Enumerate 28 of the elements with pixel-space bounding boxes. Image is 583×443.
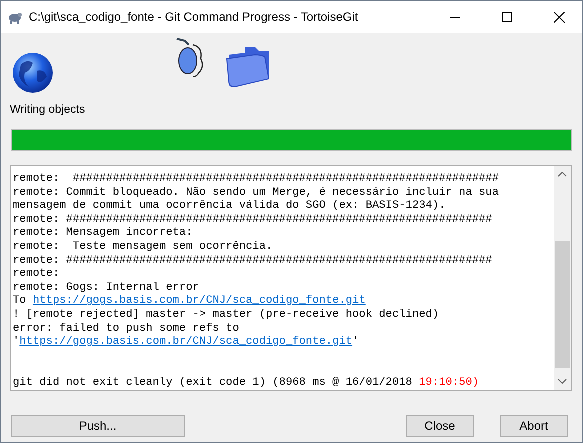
abort-button[interactable]: Abort: [500, 415, 568, 437]
log-line: remote: Mensagem incorreta:: [13, 227, 194, 241]
log-line: ! [remote rejected] master -> master (pre-receive hook declined): [13, 308, 440, 323]
log-line: remote: Gogs: Internal error: [13, 282, 200, 295]
log-line: mensagem de commit uma ocorrência válida do SGO (ex: BASIS-1234).: [13, 200, 447, 214]
status-text: Writing objects: [9, 103, 86, 118]
log-text: ': [13, 336, 20, 348]
log-line: remote: ################################################################: [13, 173, 500, 187]
log-line: remote: Commit bloqueado. Não sendo um Merge, é necessário incluir na sua: [13, 186, 500, 200]
repo-link[interactable]: https://gogs.basis.com.br/CNJ/sca_codigo_fonte.git: [20, 336, 353, 348]
log-line: remote:: [13, 268, 61, 282]
close-icon[interactable]: [554, 12, 564, 22]
log-line: git did not exit cleanly (exit code 1) (8968 ms @ 16/01/2018 19:10:50): [13, 376, 480, 390]
push-button[interactable]: Push...: [11, 415, 185, 437]
scrollbar[interactable]: [554, 166, 571, 390]
window-title: C:\git\sca_codigo_fonte - Git Command Progress - TortoiseGit: [29, 10, 360, 24]
log-line: remote: ################################################################: [13, 214, 494, 227]
scroll-up-icon[interactable]: [558, 172, 567, 177]
close-dialog-button[interactable]: Close: [406, 415, 474, 437]
log-text: ': [352, 336, 360, 348]
maximize-icon[interactable]: [502, 12, 512, 22]
log-line: remote: ################################################################: [13, 254, 494, 268]
globe-icon: [11, 51, 55, 95]
log-text: To: [13, 295, 28, 308]
log-line: remote: Teste mensagem sem ocorrência.: [13, 240, 274, 255]
log-line: error: failed to push some refs to: [13, 322, 240, 336]
scroll-down-icon[interactable]: [558, 379, 567, 384]
repo-link[interactable]: https://gogs.basis.com.br/CNJ/sca_codigo_fonte.git: [32, 295, 366, 308]
